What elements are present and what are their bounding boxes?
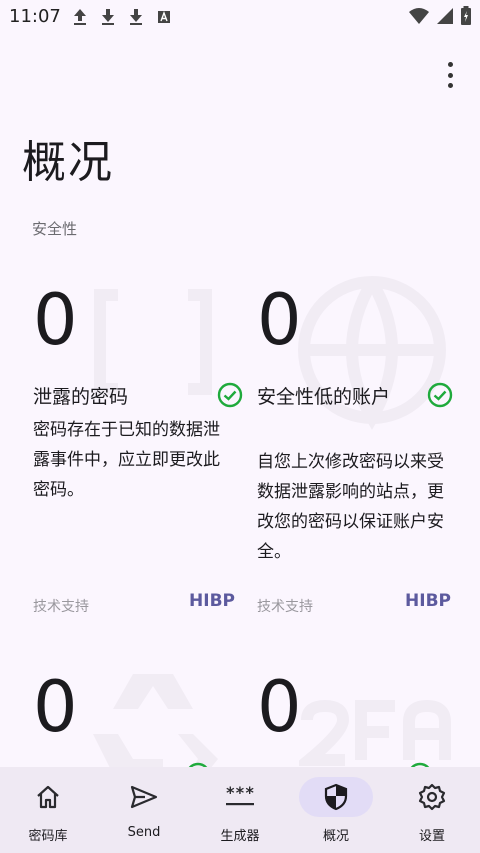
reused-passwords-card[interactable]: 0 <box>33 672 243 767</box>
nav-label-vault: 密码库 <box>28 829 68 844</box>
shield-icon <box>324 783 348 811</box>
check-circle-icon <box>427 382 453 408</box>
provider-label: 技术支持 <box>33 599 89 615</box>
status-bar: 11:07 <box>0 0 480 34</box>
hibp-link[interactable]: HIBP <box>405 591 451 611</box>
nav-icon-container-active <box>299 777 373 817</box>
wifi-icon <box>409 8 429 24</box>
gear-icon <box>418 783 446 811</box>
two-factor-card[interactable]: 0 <box>257 672 467 767</box>
section-header-security: 安全性 <box>32 220 78 238</box>
overflow-menu-button[interactable] <box>446 62 454 88</box>
download-icon <box>102 9 114 25</box>
bottom-navigation: 密码库 Send *** 生成器 概况 设置 <box>0 767 480 853</box>
hibp-link[interactable]: HIBP <box>189 591 235 611</box>
dot <box>447 83 453 88</box>
nav-icon-container <box>11 777 85 817</box>
provider-label: 技术支持 <box>257 599 313 615</box>
reused-passwords-count: 0 <box>33 672 78 748</box>
nav-label-reports: 概况 <box>322 829 349 844</box>
nav-label-send: Send <box>127 825 161 840</box>
nav-item-send[interactable]: Send <box>96 767 192 853</box>
weak-accounts-description: 自您上次修改密码以来受数据泄露影响的站点，更改您的密码以保证账户安全。 <box>257 452 444 562</box>
exposed-passwords-title: 泄露的密码 <box>33 386 129 408</box>
nav-label-generator: 生成器 <box>220 829 260 844</box>
dot <box>447 62 453 67</box>
keyboard-a-icon <box>158 11 170 23</box>
nav-item-generator[interactable]: *** 生成器 <box>192 767 288 853</box>
weak-accounts-title: 安全性低的账户 <box>257 386 391 408</box>
nav-label-settings: 设置 <box>418 829 445 844</box>
weak-accounts-card[interactable]: 0 安全性低的账户 自您上次修改密码以来受数据泄露影响的站点，更改您的密码以保证… <box>257 276 467 625</box>
send-icon <box>130 785 158 809</box>
exposed-passwords-description: 密码存在于已知的数据泄露事件中，应立即更改此密码。 <box>33 420 220 500</box>
nav-item-vault[interactable]: 密码库 <box>0 767 96 853</box>
dot <box>447 72 453 78</box>
notification-icons <box>72 8 172 26</box>
exposed-passwords-card[interactable]: 0 泄露的密码 密码存在于已知的数据泄露事件中，应立即更改此密码。 技术支持 H… <box>33 285 243 625</box>
two-factor-count: 0 <box>257 672 302 748</box>
page-title: 概况 <box>22 137 114 188</box>
exposed-passwords-count: 0 <box>33 279 78 361</box>
nav-icon-container: *** <box>203 777 277 817</box>
status-time: 11:07 <box>9 6 61 27</box>
weak-accounts-count: 0 <box>257 279 302 361</box>
2fa-icon <box>299 700 451 766</box>
recycle-icon <box>93 674 218 767</box>
check-circle-icon <box>217 382 243 408</box>
nav-item-reports[interactable]: 概况 <box>288 767 384 853</box>
signal-icon <box>437 8 453 24</box>
download-icon <box>130 9 142 25</box>
system-icons <box>408 6 472 26</box>
svg-text:***: *** <box>226 784 255 802</box>
nav-icon-container <box>107 777 181 817</box>
nav-item-settings[interactable]: 设置 <box>384 767 480 853</box>
upload-icon <box>74 9 86 25</box>
battery-icon <box>461 6 471 25</box>
home-icon <box>37 785 59 809</box>
password-generator-icon: *** <box>226 784 255 806</box>
nav-icon-container <box>395 777 469 817</box>
